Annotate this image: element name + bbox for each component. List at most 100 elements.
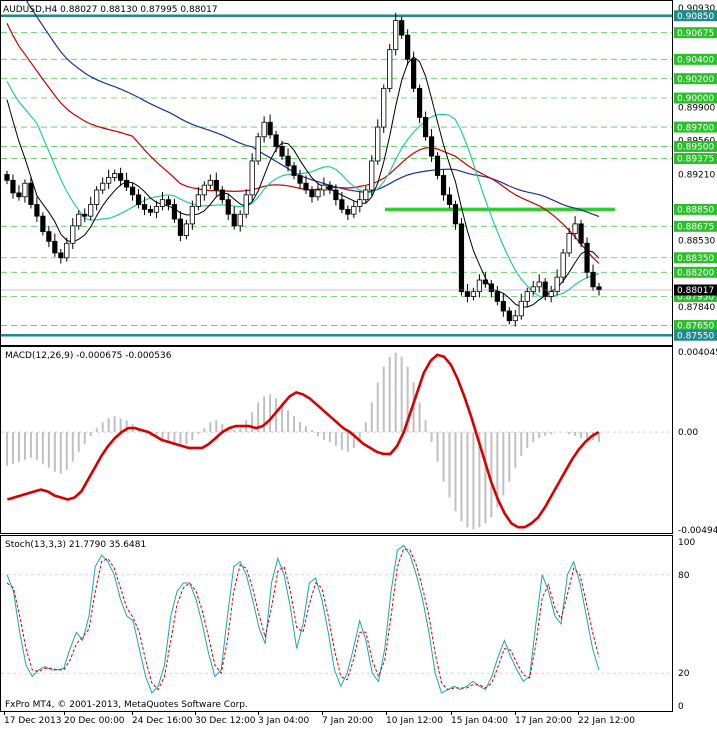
candle-body [488,283,494,293]
candle-body [177,218,184,236]
candle-body [458,223,465,293]
candle-body [357,199,363,207]
candle-body [482,279,488,285]
candle-body [530,286,536,293]
time-tick-label: 17 Jan 20:00 [515,716,572,726]
candle-body [135,194,142,205]
candle-body [129,186,136,196]
candle-body [554,276,560,293]
candle-body [506,310,512,322]
candle-body [273,134,279,147]
candle [387,43,393,93]
price-tag-label: 0.88675 [677,223,714,233]
current-price-label: 0.88017 [677,286,714,296]
candle-body [512,315,518,322]
symbol-title: AUDUSD,H4 0.88027 0.88130 0.87995 0.8801… [3,5,218,15]
candle [369,155,375,196]
price-tag-label: 0.88350 [677,254,714,264]
candle-body [422,116,429,138]
candle [434,152,441,180]
candle-body [399,20,405,36]
candle-body [548,291,554,297]
candle-body [411,58,417,89]
candle-body [381,87,387,128]
candle-body [159,199,166,207]
candle-body [518,300,524,317]
candle-body [46,231,52,242]
candle-body [118,173,124,181]
candle-body [375,126,381,162]
macd-tick-label: -0.004945 [678,526,717,536]
candle-body [147,208,154,213]
time-tick-label: 3 Jan 04:00 [258,716,310,726]
stoch-tick-label: 80 [678,571,690,581]
candle [255,132,261,165]
candle [584,237,590,279]
candle-body [536,281,542,288]
chart-canvas: 0.909300.899000.895600.892100.885300.878… [0,0,717,726]
candle-body [303,182,309,191]
candle [417,84,423,124]
candle-body [82,213,88,217]
candle-body [28,182,34,205]
candle [578,220,584,248]
price-panel-frame [0,0,673,346]
candle-body [4,174,10,181]
price-tick-label: 0.87840 [678,303,715,313]
stoch-tick-label: 20 [678,669,690,679]
candle-body [219,189,225,201]
candle-body [428,136,435,157]
candle-body [189,206,195,225]
price-tag-label: 0.89700 [677,123,714,133]
candle-body [183,223,189,236]
time-axis: 17 Dec 2013 20 Dec 00:00 24 Dec 16:00 30 De… [4,711,635,726]
candle-body [106,177,112,184]
candle-body [195,194,201,207]
candle-body [64,242,70,259]
candle-body [94,189,100,205]
price-tag-label: 0.90000 [677,94,714,104]
time-tick-label: 15 Jan 04:00 [451,716,508,726]
candle-body [52,240,58,254]
candle-body [417,87,423,118]
candle-body [10,179,16,194]
candle-body [440,175,447,196]
candle-body [333,189,339,201]
candle-body [76,213,82,227]
time-tick-label: 22 Jan 12:00 [578,716,635,726]
candle-body [500,300,506,312]
candle-body [560,252,566,278]
candle-body [249,160,255,196]
candle-body [315,189,321,198]
time-tick-label: 17 Dec 2013 [4,716,62,726]
candle-body [297,175,303,184]
candle-body [327,184,333,191]
candle-body [100,182,106,191]
price-tag-label: 0.87550 [677,331,714,341]
candle-body [231,213,237,227]
price-tag-label: 0.88850 [677,206,714,216]
price-tag-label: 0.88200 [677,268,714,278]
candle-body [267,121,273,136]
candle [381,84,387,133]
candle-body [464,291,471,297]
candle-body [363,189,369,201]
candle-body [213,179,219,191]
candle-body [393,20,399,51]
price-tick-label: 0.88530 [678,236,715,246]
candle-body [524,291,530,302]
candle-body [201,184,207,196]
time-tick-label: 24 Dec 16:00 [132,716,193,726]
candle-body [351,206,357,215]
candle-body [261,121,267,138]
candle-body [566,233,572,254]
price-tick-label: 0.89210 [678,171,715,181]
candle-body [369,160,375,191]
time-tick-label: 20 Dec 00:00 [64,716,125,726]
candle-body [584,242,590,273]
candle-body [225,199,231,215]
copyright-text: FxPro MT4, © 2001-2013, MetaQuotes Softw… [5,700,248,710]
price-tag-label: 0.90200 [677,75,714,85]
time-tick-label: 10 Jan 12:00 [386,716,443,726]
candle-body [572,223,578,234]
